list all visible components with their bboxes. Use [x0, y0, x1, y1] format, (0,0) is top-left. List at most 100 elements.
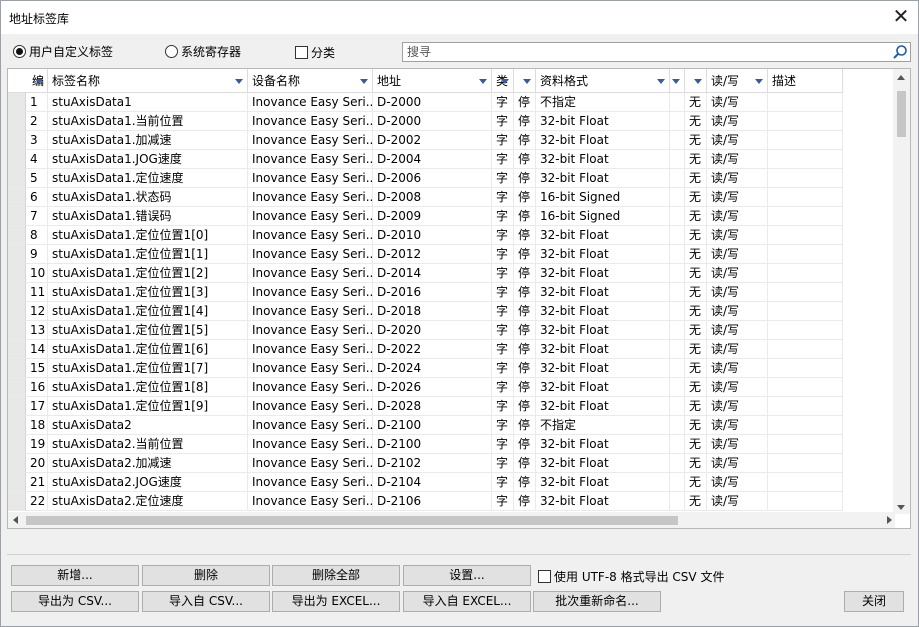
cell-option[interactable]: 无 [685, 112, 707, 131]
cell-index[interactable]: 1 [26, 93, 48, 112]
close-icon[interactable]: ✕ [888, 4, 914, 30]
row-header[interactable] [8, 93, 26, 112]
cell-description[interactable] [768, 359, 843, 378]
cell-read-write[interactable]: 读/写 [707, 397, 768, 416]
table-row[interactable]: 13 stuAxisData1.定位位置1[5] Inovance Easy Ser… [8, 321, 843, 340]
dropdown-arrow-icon[interactable] [360, 79, 368, 84]
cell-extra[interactable] [670, 492, 685, 511]
cell-index[interactable]: 18 [26, 416, 48, 435]
table-row[interactable]: 16 stuAxisData1.定位位置1[8] Inovance Easy Ser… [8, 378, 843, 397]
cell-index[interactable]: 6 [26, 188, 48, 207]
cell-address[interactable]: D-2100 [373, 435, 492, 454]
cell-extra[interactable] [670, 264, 685, 283]
cell-read-write[interactable]: 读/写 [707, 378, 768, 397]
cell-type[interactable]: 字 [492, 264, 514, 283]
table-row[interactable]: 5 stuAxisData1.定位速度 Inovance Easy Seri... D… [8, 169, 843, 188]
column-header-address[interactable]: 地址 [373, 69, 492, 93]
cell-tag-name[interactable]: stuAxisData1.加减速 [48, 131, 248, 150]
cell-index[interactable]: 16 [26, 378, 48, 397]
cell-extra[interactable] [670, 245, 685, 264]
cell-data-format[interactable]: 32-bit Float [536, 245, 670, 264]
cell-read-write[interactable]: 读/写 [707, 416, 768, 435]
cell-address[interactable]: D-2022 [373, 340, 492, 359]
row-header[interactable] [8, 188, 26, 207]
cell-mode[interactable]: 停 [514, 207, 536, 226]
cell-description[interactable] [768, 492, 843, 511]
export-csv-button[interactable]: 导出为 CSV... [11, 591, 139, 612]
cell-description[interactable] [768, 207, 843, 226]
cell-type[interactable]: 字 [492, 93, 514, 112]
cell-extra[interactable] [670, 150, 685, 169]
cell-tag-name[interactable]: stuAxisData1.定位位置1[0] [48, 226, 248, 245]
cell-device-name[interactable]: Inovance Easy Seri... [248, 188, 373, 207]
cell-address[interactable]: D-2000 [373, 112, 492, 131]
cell-mode[interactable]: 停 [514, 359, 536, 378]
dropdown-arrow-icon[interactable] [694, 79, 702, 84]
category-checkbox[interactable]: 分类 [295, 44, 335, 61]
cell-address[interactable]: D-2106 [373, 492, 492, 511]
cell-address[interactable]: D-2028 [373, 397, 492, 416]
cell-data-format[interactable]: 32-bit Float [536, 435, 670, 454]
cell-description[interactable] [768, 473, 843, 492]
table-row[interactable]: 11 stuAxisData1.定位位置1[3] Inovance Easy Ser… [8, 283, 843, 302]
cell-address[interactable]: D-2016 [373, 283, 492, 302]
cell-address[interactable]: D-2024 [373, 359, 492, 378]
cell-option[interactable]: 无 [685, 416, 707, 435]
cell-address[interactable]: D-2012 [373, 245, 492, 264]
cell-device-name[interactable]: Inovance Easy Seri... [248, 359, 373, 378]
cell-mode[interactable]: 停 [514, 169, 536, 188]
cell-data-format[interactable]: 32-bit Float [536, 378, 670, 397]
utf8-csv-checkbox[interactable]: 使用 UTF-8 格式导出 CSV 文件 [538, 568, 724, 585]
cell-device-name[interactable]: Inovance Easy Seri... [248, 378, 373, 397]
cell-device-name[interactable]: Inovance Easy Seri... [248, 245, 373, 264]
row-header[interactable] [8, 302, 26, 321]
cell-extra[interactable] [670, 188, 685, 207]
column-header-extra[interactable] [670, 69, 685, 93]
cell-type[interactable]: 字 [492, 473, 514, 492]
row-header[interactable] [8, 112, 26, 131]
cell-option[interactable]: 无 [685, 245, 707, 264]
cell-data-format[interactable]: 32-bit Float [536, 397, 670, 416]
cell-mode[interactable]: 停 [514, 492, 536, 511]
scroll-right-icon[interactable] [887, 516, 892, 524]
dropdown-arrow-icon[interactable] [672, 79, 680, 84]
column-header-type[interactable]: 类 [492, 69, 514, 93]
cell-device-name[interactable]: Inovance Easy Seri... [248, 492, 373, 511]
horizontal-scrollbar[interactable] [8, 512, 895, 528]
row-header[interactable] [8, 435, 26, 454]
cell-tag-name[interactable]: stuAxisData1.当前位置 [48, 112, 248, 131]
cell-extra[interactable] [670, 416, 685, 435]
cell-type[interactable]: 字 [492, 226, 514, 245]
cell-read-write[interactable]: 读/写 [707, 131, 768, 150]
cell-type[interactable]: 字 [492, 397, 514, 416]
cell-data-format[interactable]: 不指定 [536, 416, 670, 435]
cell-data-format[interactable]: 32-bit Float [536, 302, 670, 321]
delete-button[interactable]: 删除 [142, 565, 270, 586]
cell-address[interactable]: D-2004 [373, 150, 492, 169]
cell-extra[interactable] [670, 226, 685, 245]
column-header-data-format[interactable]: 资料格式 [536, 69, 670, 93]
column-header-tag-name[interactable]: 标签名称 [48, 69, 248, 93]
cell-option[interactable]: 无 [685, 473, 707, 492]
cell-read-write[interactable]: 读/写 [707, 93, 768, 112]
cell-device-name[interactable]: Inovance Easy Seri... [248, 321, 373, 340]
cell-option[interactable]: 无 [685, 378, 707, 397]
cell-option[interactable]: 无 [685, 188, 707, 207]
cell-mode[interactable]: 停 [514, 93, 536, 112]
cell-device-name[interactable]: Inovance Easy Seri... [248, 283, 373, 302]
vertical-scrollbar[interactable] [893, 69, 910, 514]
cell-read-write[interactable]: 读/写 [707, 473, 768, 492]
row-header[interactable] [8, 131, 26, 150]
cell-index[interactable]: 14 [26, 340, 48, 359]
table-row[interactable]: 14 stuAxisData1.定位位置1[6] Inovance Easy Ser… [8, 340, 843, 359]
cell-mode[interactable]: 停 [514, 340, 536, 359]
cell-data-format[interactable]: 32-bit Float [536, 473, 670, 492]
cell-address[interactable]: D-2008 [373, 188, 492, 207]
cell-type[interactable]: 字 [492, 283, 514, 302]
system-registers-radio[interactable]: 系统寄存器 [165, 43, 241, 60]
dropdown-arrow-icon[interactable] [657, 79, 665, 84]
cell-option[interactable]: 无 [685, 150, 707, 169]
table-row[interactable]: 20 stuAxisData2.加减速 Inovance Easy Seri... D… [8, 454, 843, 473]
column-header-device-name[interactable]: 设备名称 [248, 69, 373, 93]
cell-description[interactable] [768, 340, 843, 359]
